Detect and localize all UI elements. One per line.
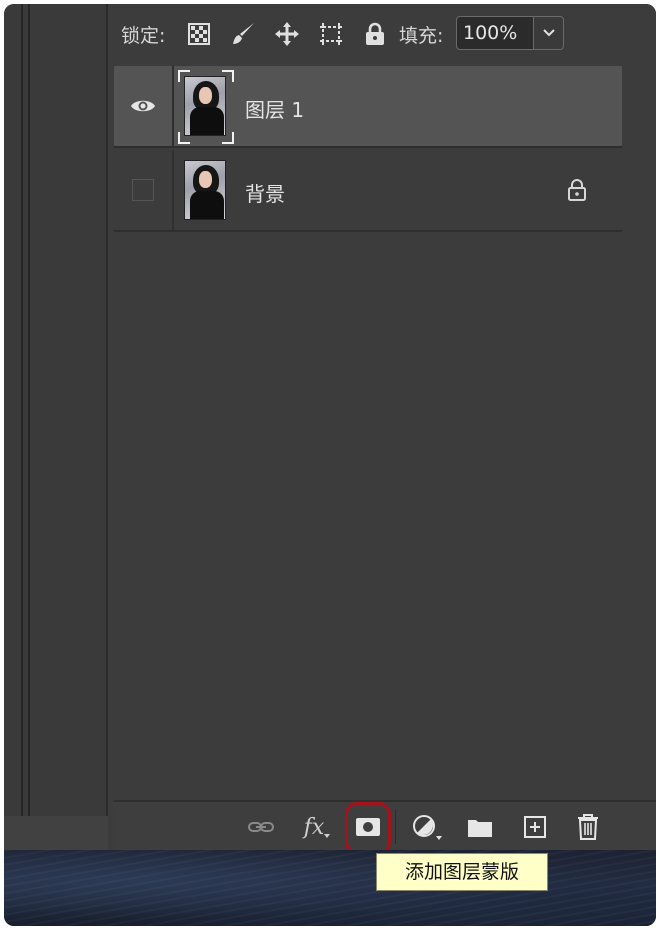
selection-corner: [222, 132, 234, 144]
add-mask-icon[interactable]: [351, 810, 385, 844]
delete-layer-icon[interactable]: [571, 810, 605, 844]
chevron-down-icon: [542, 29, 555, 37]
desktop-background: [4, 850, 656, 926]
selection-corner: [178, 132, 190, 144]
left-strip-footer: [4, 816, 108, 850]
lock-artboard-icon[interactable]: [318, 21, 344, 47]
group-folder-icon[interactable]: [463, 810, 497, 844]
layer-row-background[interactable]: 背景: [114, 150, 622, 232]
adjustment-layer-icon[interactable]: [410, 810, 444, 844]
layer-name[interactable]: 背景: [245, 178, 285, 207]
fill-opacity-input[interactable]: 100%: [456, 16, 534, 50]
fx-icon[interactable]: fx: [300, 810, 334, 844]
visibility-toggle[interactable]: [114, 66, 174, 146]
add-mask-tooltip: 添加图层蒙版: [376, 853, 548, 891]
lock-position-icon[interactable]: [274, 21, 300, 47]
app-window: 锁定: 填充: 100% 图层 1 背景 fx: [4, 4, 656, 926]
visibility-toggle[interactable]: [114, 150, 174, 230]
fx-label: fx: [303, 814, 325, 840]
new-layer-icon[interactable]: [518, 810, 552, 844]
divider: [28, 4, 30, 850]
lock-image-pixels-icon[interactable]: [230, 21, 256, 47]
lock-label: 锁定:: [121, 25, 166, 47]
layer-thumbnail: [184, 160, 226, 220]
fill-label: 填充:: [399, 25, 444, 47]
selection-corner: [222, 70, 234, 82]
lock-all-icon[interactable]: [362, 21, 388, 47]
layer-row-layer1[interactable]: 图层 1: [114, 66, 622, 148]
divider: [21, 4, 23, 850]
hidden-visibility-box: [132, 179, 154, 201]
eye-icon: [131, 100, 155, 112]
lock-icon: [566, 178, 588, 202]
fill-dropdown-button[interactable]: [534, 16, 564, 50]
lock-transparent-pixels-icon[interactable]: [186, 21, 212, 47]
layer-name[interactable]: 图层 1: [245, 94, 304, 123]
layer-thumbnail: [184, 76, 226, 136]
left-panel-strip: [4, 4, 108, 850]
selection-corner: [178, 70, 190, 82]
layers-list: 图层 1 背景: [114, 66, 622, 800]
lock-bar: 锁定: 填充: 100%: [108, 4, 656, 66]
layers-panel: 锁定: 填充: 100% 图层 1 背景 fx: [108, 4, 656, 854]
layers-panel-footer: fx: [114, 800, 656, 854]
link-layers-icon[interactable]: [244, 810, 278, 844]
divider: [395, 810, 396, 844]
